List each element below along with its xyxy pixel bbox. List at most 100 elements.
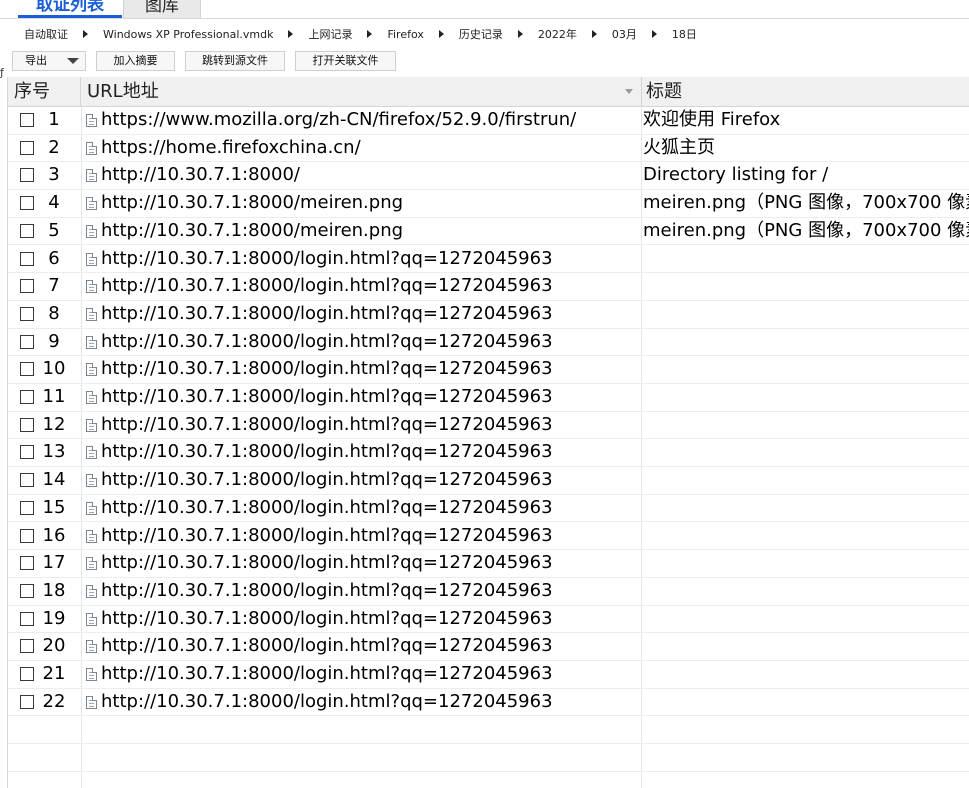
row-checkbox[interactable] xyxy=(20,223,34,238)
add-summary-button[interactable]: 加入摘要 xyxy=(96,51,175,71)
open-related-file-button[interactable]: 打开关联文件 xyxy=(295,51,396,71)
table-row[interactable]: 18 http://10.30.7.1:8000/login.html?qq=12… xyxy=(8,578,969,606)
file-icon xyxy=(86,335,97,349)
table-row[interactable]: 4 http://10.30.7.1:8000/meiren.png meiren.… xyxy=(8,190,969,218)
breadcrumb-item[interactable]: 历史记录 xyxy=(455,26,507,42)
tab-gallery[interactable]: 图库 xyxy=(123,0,201,18)
table-row[interactable]: 12 http://10.30.7.1:8000/login.html?qq=12… xyxy=(8,412,969,440)
table-row[interactable]: 2 https://home.firefoxchina.cn/火狐主页 xyxy=(8,135,969,163)
chevron-right-icon xyxy=(517,30,523,38)
table-row[interactable]: 22 http://10.30.7.1:8000/login.html?qq=12… xyxy=(8,689,969,717)
row-checkbox[interactable] xyxy=(20,334,34,349)
table-row[interactable]: 14 http://10.30.7.1:8000/login.html?qq=12… xyxy=(8,467,969,495)
table-row[interactable]: 11 http://10.30.7.1:8000/login.html?qq=12… xyxy=(8,384,969,412)
empty-row xyxy=(8,772,969,788)
table-row[interactable]: 21 http://10.30.7.1:8000/login.html?qq=12… xyxy=(8,661,969,689)
file-icon xyxy=(86,557,97,571)
row-checkbox[interactable] xyxy=(20,473,34,488)
file-icon xyxy=(86,584,97,598)
row-checkbox[interactable] xyxy=(20,390,34,404)
row-index: 3 xyxy=(48,164,60,186)
column-header-title[interactable]: 标题 xyxy=(642,77,969,106)
table-row[interactable]: 8 http://10.30.7.1:8000/login.html?qq=127… xyxy=(8,301,969,329)
file-icon xyxy=(86,280,97,294)
empty-row xyxy=(8,744,969,772)
column-header-url[interactable]: URL地址 xyxy=(81,77,642,106)
row-index: 6 xyxy=(48,247,60,269)
table-row[interactable]: 1 https://www.mozilla.org/zh-CN/firefox/5… xyxy=(8,107,969,135)
file-icon xyxy=(86,474,97,488)
table-row[interactable]: 3 http://10.30.7.1:8000/Directory listing… xyxy=(8,162,969,191)
table-row[interactable]: 20 http://10.30.7.1:8000/login.html?qq=12… xyxy=(8,633,969,661)
row-checkbox[interactable] xyxy=(20,417,34,432)
row-checkbox[interactable] xyxy=(20,667,34,681)
table-row[interactable]: 17 http://10.30.7.1:8000/login.html?qq=12… xyxy=(8,550,969,578)
row-checkbox[interactable] xyxy=(20,113,34,127)
breadcrumb-item[interactable]: 03月 xyxy=(608,26,641,42)
breadcrumb-item[interactable]: 自动取证 xyxy=(20,26,72,42)
chevron-right-icon xyxy=(367,30,373,38)
export-dropdown-button[interactable]: 导出 xyxy=(12,51,86,71)
row-url: http://10.30.7.1:8000/login.html?qq=1272… xyxy=(101,275,553,297)
table-row[interactable]: 6 http://10.30.7.1:8000/login.html?qq=127… xyxy=(8,246,969,274)
row-index: 19 xyxy=(42,607,66,629)
table-row[interactable]: 19 http://10.30.7.1:8000/login.html?qq=12… xyxy=(8,606,969,634)
row-url: http://10.30.7.1:8000/meiren.png xyxy=(101,219,404,241)
row-title: Directory listing for / xyxy=(643,164,829,186)
history-table: 序号 URL地址 标题 1 https://www.mozilla.org/zh-… xyxy=(7,77,969,788)
chevron-right-icon xyxy=(83,30,88,38)
tab-evidence-list[interactable]: 取证列表 xyxy=(18,0,122,18)
row-url: http://10.30.7.1:8000/login.html?qq=1272… xyxy=(101,469,553,491)
chevron-right-icon xyxy=(591,30,597,38)
breadcrumb-item[interactable]: 18日 xyxy=(668,26,701,42)
row-checkbox[interactable] xyxy=(20,168,34,183)
row-checkbox[interactable] xyxy=(20,694,34,709)
table-row[interactable]: 15 http://10.30.7.1:8000/login.html?qq=12… xyxy=(8,495,969,523)
table-row[interactable]: 9 http://10.30.7.1:8000/login.html?qq=127… xyxy=(8,329,969,357)
row-checkbox[interactable] xyxy=(20,306,34,321)
table-row[interactable]: 7 http://10.30.7.1:8000/login.html?qq=127… xyxy=(8,273,969,301)
row-url: https://www.mozilla.org/zh-CN/firefox/52… xyxy=(101,109,577,130)
file-icon xyxy=(86,501,97,515)
sort-arrow-icon xyxy=(625,89,633,94)
row-checkbox[interactable] xyxy=(20,251,34,266)
row-url: http://10.30.7.1:8000/login.html?qq=1272… xyxy=(101,302,553,324)
breadcrumb-item[interactable]: 2022年 xyxy=(534,26,581,42)
file-icon xyxy=(86,224,97,238)
column-header-index[interactable]: 序号 xyxy=(8,77,81,106)
jump-to-source-button[interactable]: 跳转到源文件 xyxy=(185,51,285,71)
row-index: 18 xyxy=(42,579,66,601)
row-url: http://10.30.7.1:8000/meiren.png xyxy=(101,192,404,214)
row-checkbox[interactable] xyxy=(20,445,34,460)
row-checkbox[interactable] xyxy=(20,362,34,377)
row-title: meiren.png（PNG 图像，700x700 像素 xyxy=(643,192,969,214)
row-checkbox[interactable] xyxy=(20,639,34,654)
row-checkbox[interactable] xyxy=(20,196,34,211)
breadcrumb-item[interactable]: Windows XP Professional.vmdk xyxy=(99,28,277,41)
row-url: http://10.30.7.1:8000/login.html?qq=1272… xyxy=(101,330,553,352)
edge-glyph: ƒ xyxy=(0,66,4,79)
row-url: http://10.30.7.1:8000/login.html?qq=1272… xyxy=(101,496,553,518)
row-checkbox[interactable] xyxy=(20,140,34,155)
table-row[interactable]: 10 http://10.30.7.1:8000/login.html?qq=12… xyxy=(8,356,969,384)
row-url: http://10.30.7.1:8000/ xyxy=(101,164,300,186)
table-row[interactable]: 13 http://10.30.7.1:8000/login.html?qq=12… xyxy=(8,439,969,468)
row-checkbox[interactable] xyxy=(20,279,34,294)
table-row[interactable]: 16 http://10.30.7.1:8000/login.html?qq=12… xyxy=(8,523,969,551)
row-checkbox[interactable] xyxy=(20,556,34,571)
row-checkbox[interactable] xyxy=(20,500,34,515)
breadcrumb-item[interactable]: 上网记录 xyxy=(304,26,356,42)
breadcrumb-item[interactable]: Firefox xyxy=(383,28,427,41)
row-url: http://10.30.7.1:8000/login.html?qq=1272… xyxy=(101,635,553,657)
row-checkbox[interactable] xyxy=(20,528,34,543)
row-checkbox[interactable] xyxy=(20,583,34,598)
file-icon xyxy=(86,141,97,155)
row-url: http://10.30.7.1:8000/login.html?qq=1272… xyxy=(101,386,553,407)
row-checkbox[interactable] xyxy=(20,611,34,626)
row-url: http://10.30.7.1:8000/login.html?qq=1272… xyxy=(101,607,553,629)
row-url: https://home.firefoxchina.cn/ xyxy=(101,136,361,158)
row-index: 4 xyxy=(48,192,60,214)
table-row[interactable]: 5 http://10.30.7.1:8000/meiren.png meiren.… xyxy=(8,218,969,246)
row-index: 8 xyxy=(48,302,60,324)
file-icon xyxy=(86,391,97,404)
